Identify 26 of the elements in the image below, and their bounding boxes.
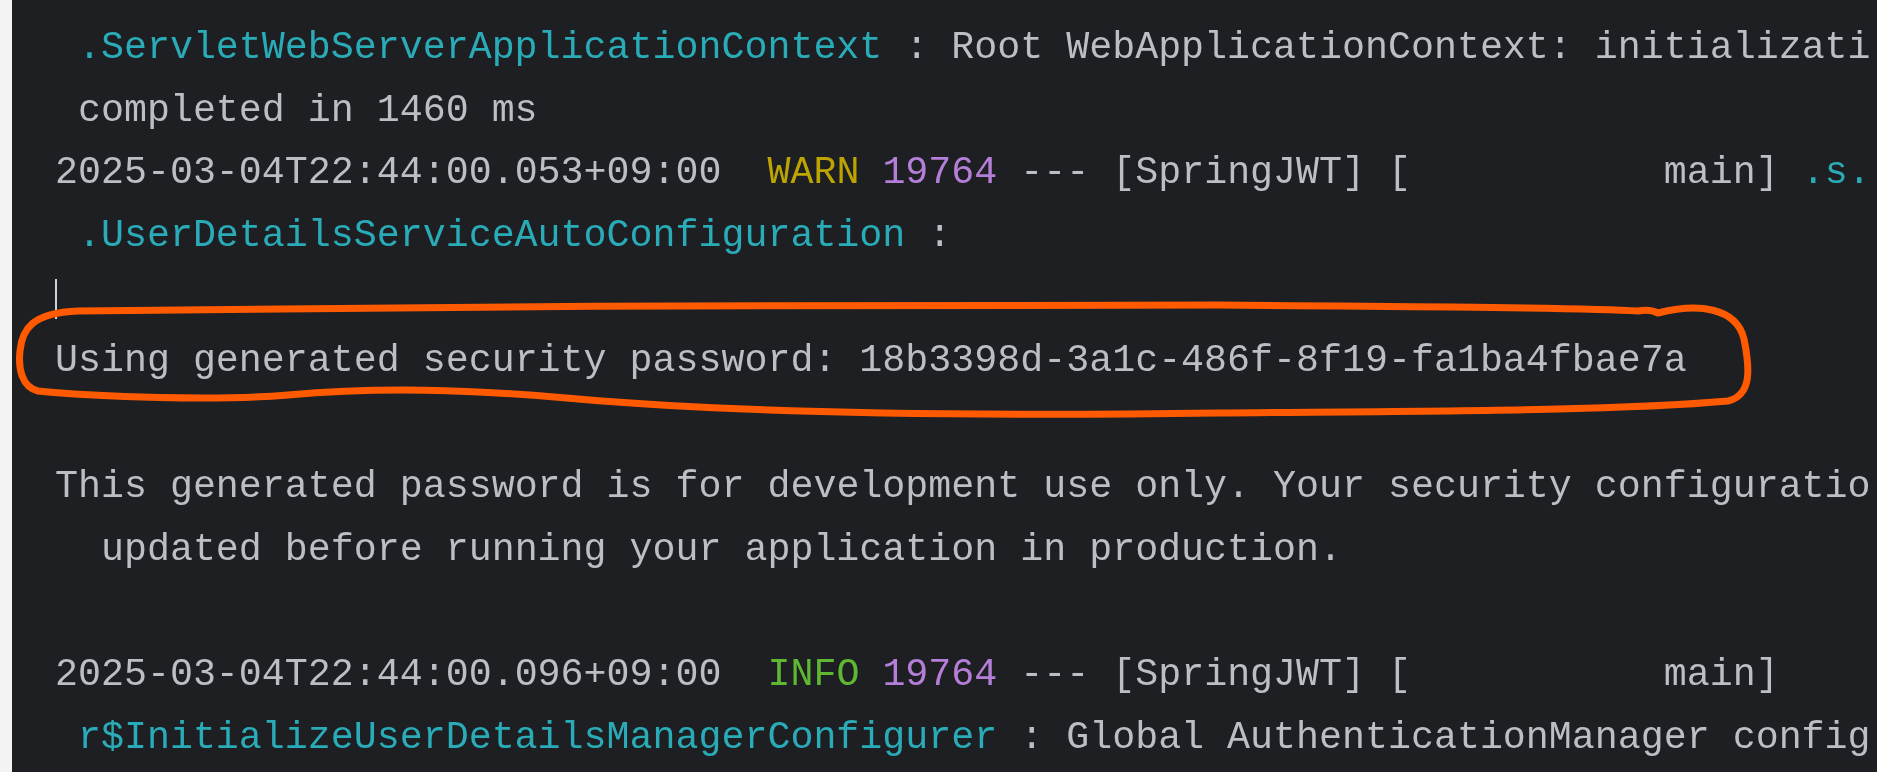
log-message: completed in 1460 ms: [77, 87, 538, 135]
logger-name: .ServletWebServerApplicationContext: [77, 25, 883, 72]
log-timestamp: 2025-03-04T22:44:00.053+09:00: [55, 150, 722, 198]
process-id: 19764: [882, 651, 998, 699]
log-separator: :: [905, 25, 929, 72]
log-separator: ---: [1020, 651, 1090, 699]
log-message: updated before running your application in production.: [100, 526, 1342, 574]
log-separator: :: [928, 213, 952, 261]
log-message: Using generated security password: 18b3398d-3a1c-486f-8f19-fa1ba4fbae7a: [55, 338, 1687, 386]
log-message: Root WebApplicationContext: initializati: [951, 25, 1871, 72]
text-cursor: [55, 279, 57, 320]
logger-name: .UserDetailsServiceAutoConfiguration: [77, 213, 906, 261]
log-timestamp: 2025-03-04T22:44:00.096+09:00: [55, 651, 722, 699]
process-id: 19764: [882, 150, 998, 198]
thread-name: [ main]: [1388, 150, 1779, 198]
log-separator: ---: [1020, 150, 1090, 198]
app-name: [SpringJWT]: [1112, 651, 1366, 699]
logger-name: r$InitializeUserDetailsManagerConfigurer: [77, 714, 998, 762]
app-name: [SpringJWT]: [1112, 150, 1366, 198]
logger-name: .s.: [1801, 150, 1871, 198]
log-separator: :: [1020, 714, 1044, 762]
thread-name: [ main]: [1388, 651, 1779, 699]
log-level: WARN: [767, 150, 860, 198]
log-level: INFO: [767, 651, 860, 699]
log-message: Global AuthenticationManager config: [1066, 714, 1871, 762]
log-message: This generated password is for development use only. Your security configuratio: [55, 463, 1871, 511]
